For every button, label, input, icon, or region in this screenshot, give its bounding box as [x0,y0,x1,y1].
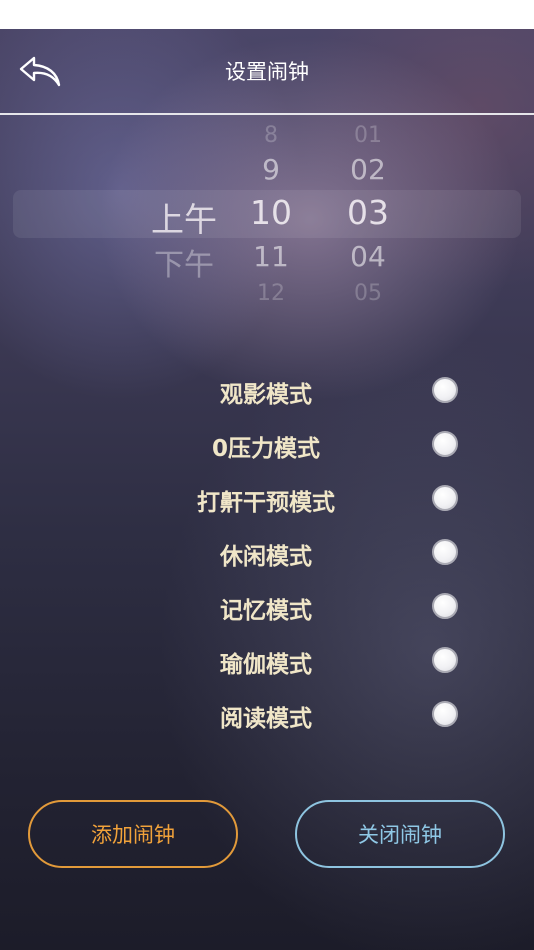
mode-radio[interactable] [432,377,458,403]
mode-label: 休闲模式 [220,544,312,570]
mode-row-yoga[interactable]: 瑜伽模式 [0,633,534,687]
ampm-wheel[interactable]: 上午 下午 [134,115,234,315]
time-picker[interactable]: 上午 下午 8 9 10 11 12 01 02 03 04 05 [0,115,534,315]
alarm-settings-screen: 设置闹钟 上午 下午 8 9 10 11 12 01 02 03 04 05 观… [0,29,534,950]
mode-row-leisure[interactable]: 休闲模式 [0,525,534,579]
mode-radio[interactable] [432,485,458,511]
mode-label: 瑜伽模式 [220,652,312,678]
page-title: 设置闹钟 [225,60,309,84]
mode-radio[interactable] [432,647,458,673]
minute-above: 02 [350,153,386,186]
mode-label: 记忆模式 [220,598,312,624]
minute-far-above: 01 [354,123,382,148]
hour-wheel[interactable]: 8 9 10 11 12 [221,115,321,315]
mode-label: 观影模式 [220,382,312,408]
close-alarm-button[interactable]: 关闭闹钟 [295,800,505,868]
mode-radio[interactable] [432,539,458,565]
hour-selected: 10 [250,193,292,232]
mode-row-snore-intervention[interactable]: 打鼾干预模式 [0,471,534,525]
nav-bar: 设置闹钟 [0,29,534,115]
minute-far-below: 05 [354,281,382,306]
mode-row-zero-pressure[interactable]: 0压力模式 [0,417,534,471]
mode-row-movie[interactable]: 观影模式 [0,363,534,417]
mode-label: 阅读模式 [220,706,312,732]
hour-below: 11 [253,240,289,273]
mode-radio[interactable] [432,431,458,457]
hour-far-above: 8 [264,123,278,148]
mode-label: 打鼾干预模式 [197,490,335,516]
add-alarm-button[interactable]: 添加闹钟 [28,800,238,868]
mode-radio[interactable] [432,593,458,619]
ampm-selected: 上午 [151,200,217,239]
minute-below: 04 [350,240,386,273]
minute-wheel[interactable]: 01 02 03 04 05 [318,115,418,315]
mode-row-reading[interactable]: 阅读模式 [0,687,534,741]
status-bar [0,0,534,29]
mode-radio[interactable] [432,701,458,727]
hour-far-below: 12 [257,281,285,306]
mode-label: 0压力模式 [211,436,320,462]
mode-row-memory[interactable]: 记忆模式 [0,579,534,633]
ampm-below: 下午 [154,248,214,283]
minute-selected: 03 [347,193,389,232]
hour-above: 9 [262,153,280,186]
